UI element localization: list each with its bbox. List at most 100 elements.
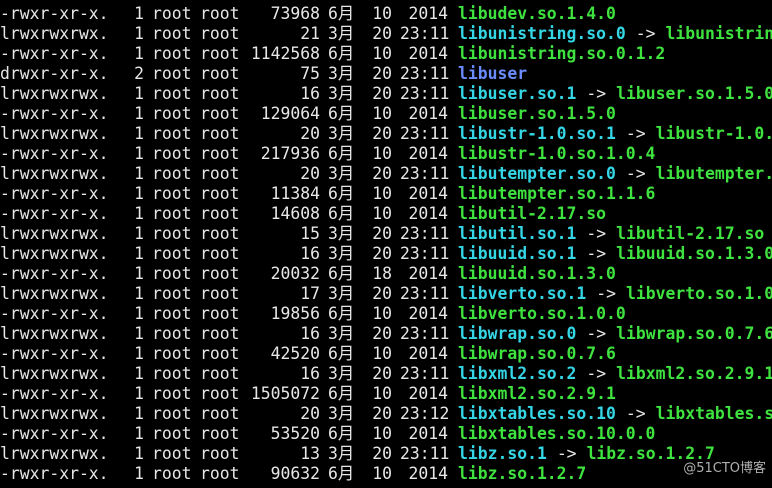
file-month: 6月 <box>328 104 355 123</box>
link-count: 1 <box>134 364 144 383</box>
file-day: 20 <box>372 404 392 423</box>
file-time: 23:11 <box>400 64 450 83</box>
file-group: root <box>200 264 240 283</box>
file-permissions: -rwxr-xr-x. <box>0 464 109 483</box>
terminal-line: lrwxrwxrwx. 1 root root 20 3月 20 23:11 libustr-1… <box>0 124 772 144</box>
file-group: root <box>200 464 240 483</box>
file-month: 3月 <box>328 444 355 463</box>
file-month: 3月 <box>328 124 355 143</box>
file-owner: root <box>152 184 192 203</box>
terminal-line: -rwxr-xr-x. 1 root root 19856 6月 10 2014 libvert… <box>0 304 772 324</box>
link-count: 1 <box>134 344 144 363</box>
symlink-name: libuser.so.1 <box>458 84 577 103</box>
link-count: 1 <box>134 204 144 223</box>
file-name: libunistring.so.0.1.2 <box>458 44 666 63</box>
file-size: 129064 <box>260 104 320 123</box>
file-owner: root <box>152 364 192 383</box>
file-group: root <box>200 204 240 223</box>
file-owner: root <box>152 124 192 143</box>
symlink-name: libutempter.so.0 <box>458 164 616 183</box>
terminal-line: lrwxrwxrwx. 1 root root 20 3月 20 23:11 libutempt… <box>0 164 772 184</box>
file-day: 10 <box>372 44 392 63</box>
file-permissions: -rwxr-xr-x. <box>0 144 109 163</box>
file-size: 20 <box>300 124 320 143</box>
file-size: 17 <box>300 284 320 303</box>
file-owner: root <box>152 404 192 423</box>
file-day: 10 <box>372 464 392 483</box>
symlink-name: libutil.so.1 <box>458 224 577 243</box>
file-time: 2014 <box>408 384 448 403</box>
file-time: 2014 <box>408 144 448 163</box>
file-group: root <box>200 64 240 83</box>
file-permissions: -rwxr-xr-x. <box>0 384 109 403</box>
file-day: 20 <box>372 224 392 243</box>
watermark: @51CTO博客 <box>683 461 766 476</box>
file-size: 90632 <box>270 464 320 483</box>
symlink-target: libutempter.so.1.1.6 <box>655 164 772 183</box>
terminal-line: -rwxr-xr-x. 1 root root 53520 6月 10 2014 libxtab… <box>0 424 772 444</box>
link-count: 1 <box>134 164 144 183</box>
file-size: 11384 <box>270 184 320 203</box>
file-name: libverto.so.1.0.0 <box>458 304 626 323</box>
file-permissions: -rwxr-xr-x. <box>0 424 109 443</box>
symlink-arrow: -> <box>625 164 646 183</box>
file-owner: root <box>152 224 192 243</box>
file-month: 3月 <box>328 164 355 183</box>
symlink-target: libxml2.so.2.9.1 <box>616 364 772 383</box>
file-owner: root <box>152 264 192 283</box>
file-time: 2014 <box>408 264 448 283</box>
file-month: 6月 <box>328 184 355 203</box>
link-count: 1 <box>134 44 144 63</box>
file-permissions: lrwxrwxrwx. <box>0 244 109 263</box>
file-size: 16 <box>300 84 320 103</box>
file-month: 6月 <box>328 424 355 443</box>
file-name: libustr-1.0.so.1.0.4 <box>458 144 656 163</box>
file-day: 20 <box>372 324 392 343</box>
file-group: root <box>200 324 240 343</box>
file-day: 20 <box>372 24 392 43</box>
file-owner: root <box>152 424 192 443</box>
file-group: root <box>200 224 240 243</box>
file-permissions: -rwxr-xr-x. <box>0 44 109 63</box>
file-name: libuser.so.1.5.0 <box>458 104 616 123</box>
symlink-name: libverto.so.1 <box>458 284 587 303</box>
file-day: 20 <box>372 84 392 103</box>
terminal-line: -rwxr-xr-x. 1 root root 14608 6月 10 2014 libutil… <box>0 204 772 224</box>
link-count: 1 <box>134 4 144 23</box>
symlink-name: libuuid.so.1 <box>458 244 577 263</box>
symlink-arrow: -> <box>556 444 577 463</box>
symlink-name: libz.so.1 <box>458 444 547 463</box>
terminal-line: lrwxrwxrwx. 1 root root 17 3月 20 23:11 libverto.… <box>0 284 772 304</box>
link-count: 1 <box>134 84 144 103</box>
file-day: 20 <box>372 444 392 463</box>
file-size: 20032 <box>270 264 320 283</box>
link-count: 1 <box>134 144 144 163</box>
file-group: root <box>200 4 240 23</box>
file-group: root <box>200 144 240 163</box>
file-month: 3月 <box>328 364 355 383</box>
symlink-arrow: -> <box>586 244 607 263</box>
file-month: 6月 <box>328 464 355 483</box>
link-count: 2 <box>134 64 144 83</box>
file-time: 23:12 <box>400 404 450 423</box>
file-day: 20 <box>372 244 392 263</box>
file-group: root <box>200 284 240 303</box>
file-owner: root <box>152 344 192 363</box>
symlink-arrow: -> <box>635 24 656 43</box>
symlink-arrow: -> <box>586 224 607 243</box>
file-time: 2014 <box>408 4 448 23</box>
terminal-line: -rwxr-xr-x. 1 root root 20032 6月 18 2014 libuuid… <box>0 264 772 284</box>
symlink-arrow: -> <box>586 364 607 383</box>
file-group: root <box>200 124 240 143</box>
file-owner: root <box>152 464 192 483</box>
terminal-line: -rwxr-xr-x. 1 root root 11384 6月 10 2014 libutem… <box>0 184 772 204</box>
file-time: 23:11 <box>400 324 450 343</box>
file-day: 10 <box>372 344 392 363</box>
file-day: 10 <box>372 424 392 443</box>
file-name: libuuid.so.1.3.0 <box>458 264 616 283</box>
file-time: 2014 <box>408 204 448 223</box>
symlink-target: libuser.so.1.5.0 <box>616 84 772 103</box>
file-time: 2014 <box>408 184 448 203</box>
file-permissions: lrwxrwxrwx. <box>0 444 109 463</box>
file-day: 10 <box>372 144 392 163</box>
